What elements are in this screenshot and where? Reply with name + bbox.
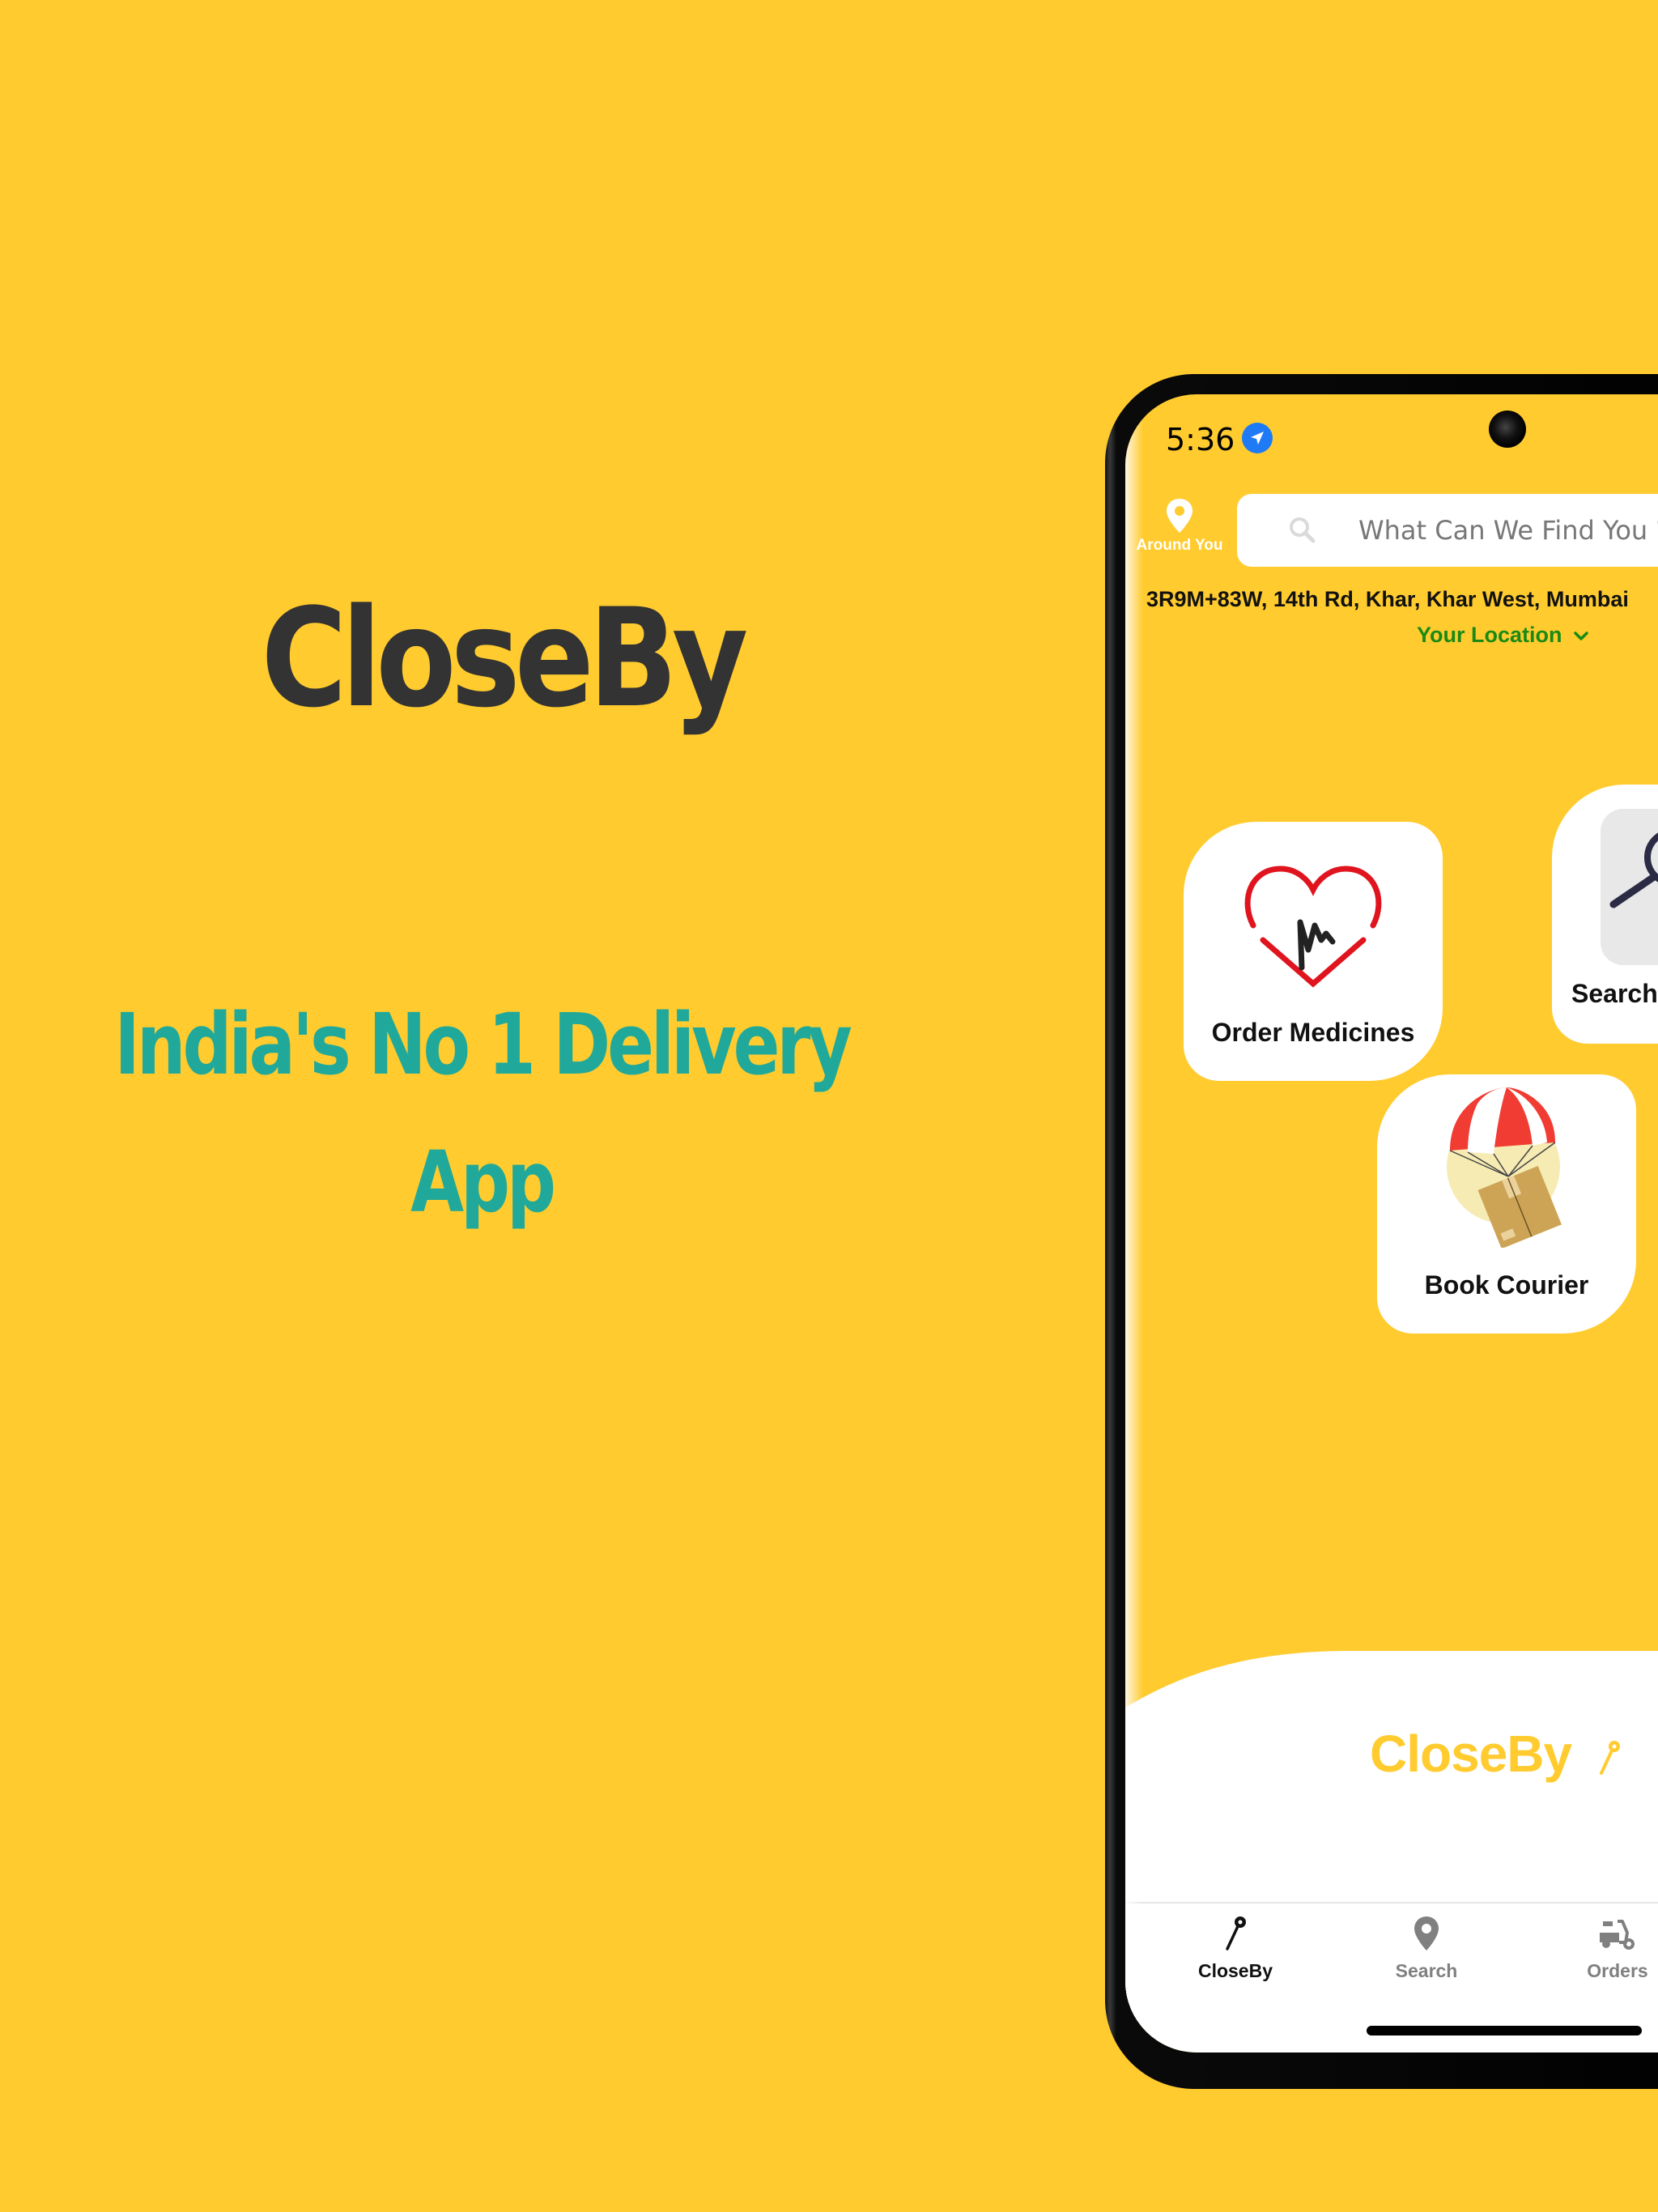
around-you-button[interactable]: Around You xyxy=(1125,498,1234,555)
search-illustration xyxy=(1601,809,1658,965)
tab-orders[interactable]: Orders xyxy=(1537,1915,1658,1982)
parachute-package-icon xyxy=(1447,1087,1562,1248)
front-camera xyxy=(1489,410,1526,448)
location-selector-label: Your Location xyxy=(1417,623,1562,647)
location-arrow-icon xyxy=(1242,423,1273,453)
phone-frame: 5:36 Around You 3R9M+83W, 14th Rd, Khar,… xyxy=(1105,374,1658,2089)
tagline: India's No 1 Delivery App xyxy=(87,976,877,1251)
map-marker-icon xyxy=(1414,1916,1439,1950)
tagline-line-1: India's No 1 Delivery xyxy=(114,995,852,1094)
home-indicator[interactable] xyxy=(1367,2026,1642,2035)
location-selector[interactable]: Your Location xyxy=(1417,623,1589,648)
scooter-icon xyxy=(1600,1920,1635,1950)
hero-title: CloseBy xyxy=(261,579,749,738)
tagline-line-2: App xyxy=(410,1133,556,1231)
service-card-search[interactable]: Search xyxy=(1552,785,1658,1044)
service-label: Book Courier xyxy=(1424,1270,1589,1300)
search-icon xyxy=(1290,517,1316,543)
tab-label: CloseBy xyxy=(1197,1960,1273,1981)
chevron-down-icon xyxy=(1574,632,1588,640)
tab-search[interactable]: Search xyxy=(1346,1915,1507,1982)
around-you-label: Around You xyxy=(1136,537,1223,554)
tab-label: Search xyxy=(1395,1960,1458,1981)
service-card-order-medicines[interactable]: Order Medicines xyxy=(1184,822,1443,1081)
pin-icon xyxy=(1599,1741,1620,1776)
search-bar[interactable] xyxy=(1237,494,1658,567)
brand-footer: CloseBy xyxy=(1370,1724,1621,1784)
app-screen: 5:36 Around You 3R9M+83W, 14th Rd, Khar,… xyxy=(1125,394,1658,2052)
bottom-tab-bar: CloseBy Search Orders xyxy=(1125,1902,1658,2017)
brand-footer-text: CloseBy xyxy=(1370,1725,1572,1783)
tab-closeby[interactable]: CloseBy xyxy=(1154,1915,1316,1982)
service-label: Search xyxy=(1571,979,1658,1008)
heart-pulse-icon xyxy=(1244,866,1382,988)
pin-icon xyxy=(1226,1916,1246,1950)
search-input[interactable] xyxy=(1357,507,1658,554)
status-time: 5:36 xyxy=(1166,422,1235,457)
service-card-book-courier[interactable]: Book Courier xyxy=(1377,1074,1636,1334)
tab-label: Orders xyxy=(1587,1960,1648,1981)
magnifier-icon xyxy=(1609,832,1658,908)
service-label: Order Medicines xyxy=(1211,1018,1415,1047)
map-marker-icon xyxy=(1167,499,1192,533)
current-address: 3R9M+83W, 14th Rd, Khar, Khar West, Mumb… xyxy=(1146,587,1629,611)
